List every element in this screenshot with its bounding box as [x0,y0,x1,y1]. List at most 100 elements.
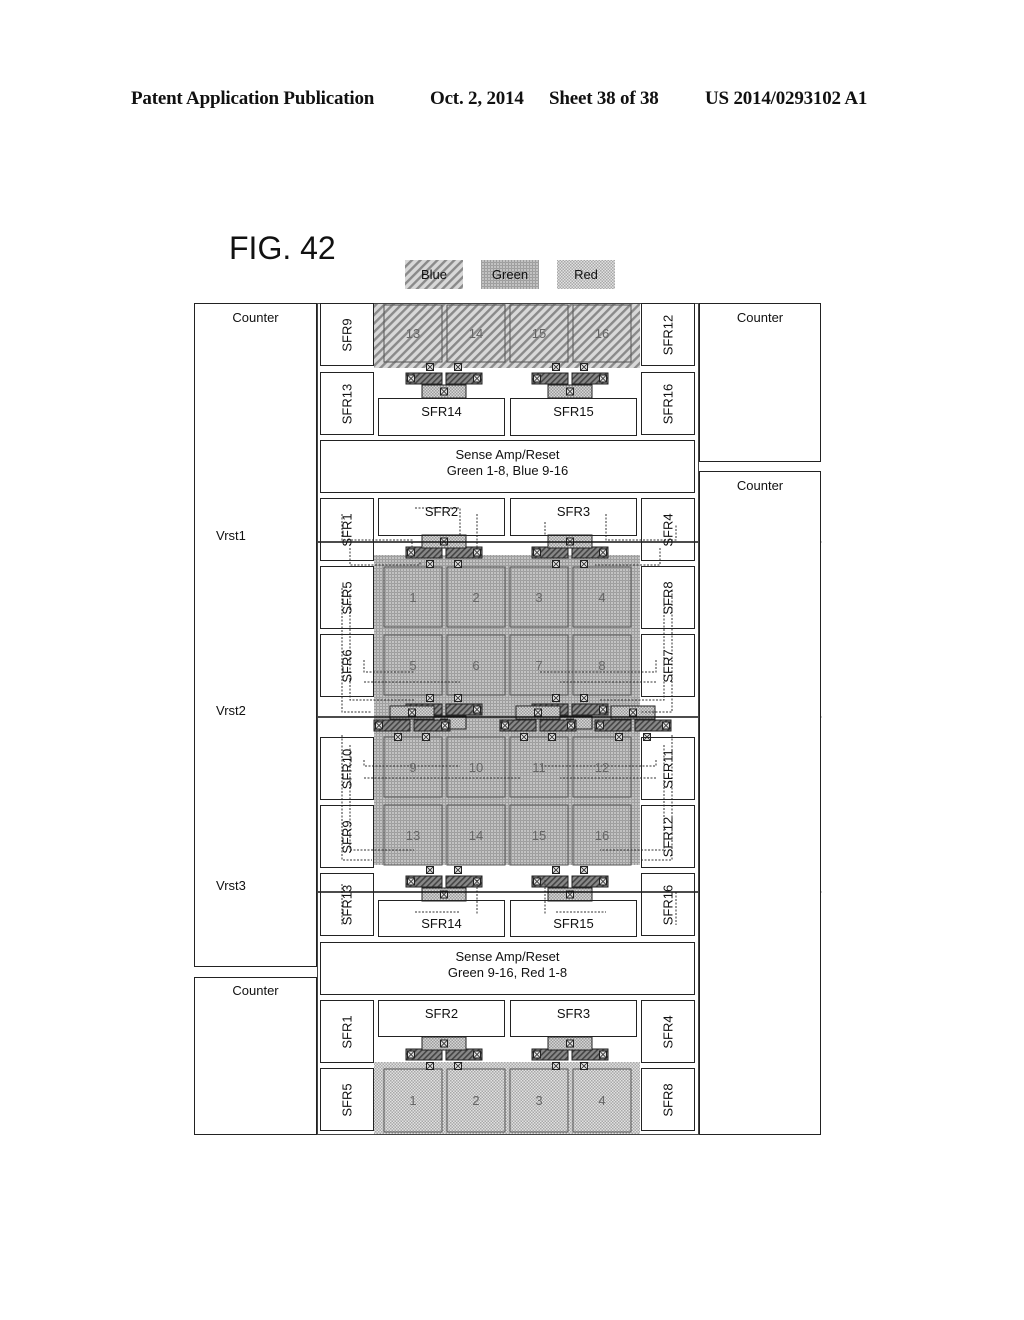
sfr-top-right-2: SFR16 [641,372,695,435]
sfr-bot-top-2: SFR3 [510,1000,637,1037]
legend-green-label: Green [491,267,529,282]
counter-label: Counter [232,983,279,998]
pixel-number: 4 [598,1093,606,1108]
sfr-label: SFR8 [660,1082,676,1117]
pixel-number: 11 [532,759,546,775]
sfr-label: SFR14 [421,916,462,931]
sfr-label: SFR5 [339,580,355,615]
sense-amp-line1: Sense Amp/Reset [455,949,560,964]
sfr-bot-right-1: SFR4 [641,1000,695,1063]
sfr-mid-bottom-1: SFR14 [378,900,505,937]
sfr-mid-left-6: SFR13 [320,873,374,936]
sfr-bot-right-2: SFR8 [641,1068,695,1131]
sense-amp-line2: Green 1-8, Blue 9-16 [446,463,569,478]
legend-red: Red [557,260,615,289]
sfr-mid-right-3: SFR7 [641,634,695,697]
sfr-mid-right-6: SFR16 [641,873,695,936]
sfr-mid-left-5: SFR9 [320,805,374,868]
pixel-number: 5 [409,657,417,673]
sfr-label: SFR5 [339,1082,355,1117]
vrst1-label: Vrst1 [216,528,246,543]
counter-label: Counter [232,310,279,325]
sfr-mid-top-1: SFR2 [378,498,505,536]
sfr-label: SFR13 [339,884,355,925]
sfr-label: SFR15 [553,916,594,931]
pixel-number: 2 [472,589,480,605]
sfr-mid-right-2: SFR8 [641,566,695,629]
sfr-mid-left-3: SFR6 [320,634,374,697]
counter-label: Counter [736,478,784,493]
sense-amp-line1: Sense Amp/Reset [455,447,560,462]
sfr-mid-right-4: SFR11 [641,737,695,800]
pixel-number: 2 [472,1093,480,1108]
pixel-number: 15 [531,326,547,341]
sfr-label: SFR3 [556,504,591,519]
sfr-label: SFR9 [339,819,355,854]
sfr-top-right-1: SFR12 [641,303,695,366]
sfr-label: SFR1 [339,512,355,547]
sfr-label: SFR1 [339,1014,355,1049]
legend-blue: Blue [405,260,463,289]
pixel-number: 14 [468,326,484,341]
pixel-number: 9 [409,759,417,775]
pixel-number: 16 [594,827,610,843]
sfr-label: SFR4 [660,512,676,547]
sfr-label: SFR9 [339,317,355,352]
sfr-label: SFR8 [660,580,676,615]
sfr-label: SFR12 [660,314,676,355]
pixel-number: 7 [535,657,543,673]
sfr-mid-left-4: SFR10 [320,737,374,800]
pixel-number: 13 [405,326,421,341]
sense-amp-reset-1: Sense Amp/Reset Green 1-8, Blue 9-16 [320,440,695,493]
pixel-number: 13 [405,827,421,843]
pixel-number: 8 [598,657,606,673]
pixel-number: 1 [409,589,417,605]
sfr-label: SFR2 [424,504,459,519]
sfr-label: SFR13 [339,383,355,424]
sfr-mid-left-1: SFR1 [320,498,374,561]
counter-bottom-right: Counter [699,471,821,1135]
sfr-top-bottom-1: SFR14 [378,398,505,436]
counter-label: Counter [736,310,784,325]
sfr-mid-right-1: SFR4 [641,498,695,561]
sfr-label: SFR14 [421,404,462,419]
pixel-number: 14 [468,827,484,843]
sfr-label: SFR4 [660,1014,676,1049]
pixel-number: 12 [594,759,610,775]
pixel-number: 15 [531,827,547,843]
sfr-label: SFR16 [660,884,676,925]
counter-top-right: Counter [699,303,821,462]
sfr-label: SFR10 [339,748,355,789]
pixel-number: 4 [598,589,606,605]
pixel-number: 16 [594,326,610,341]
sfr-mid-right-5: SFR12 [641,805,695,868]
sense-amp-line2: Green 9-16, Red 1-8 [447,965,568,980]
legend-green: Green [481,260,539,289]
sfr-bot-left-2: SFR5 [320,1068,374,1131]
sfr-top-left-1: SFR9 [320,303,374,366]
sfr-top-left-2: SFR13 [320,372,374,435]
sense-amp-reset-2: Sense Amp/Reset Green 9-16, Red 1-8 [320,942,695,995]
sfr-label: SFR6 [339,648,355,683]
counter-top-left: Counter [194,303,317,967]
pixel-number: 6 [472,657,480,673]
vrst2-label: Vrst2 [216,703,246,718]
sfr-label: SFR11 [660,748,676,789]
sfr-label: SFR15 [553,404,594,419]
pixel-number: 1 [409,1093,417,1108]
legend-red-label: Red [574,267,598,282]
sfr-top-bottom-2: SFR15 [510,398,637,436]
sfr-label: SFR12 [660,816,676,857]
sfr-label: SFR2 [424,1006,459,1021]
sfr-label: SFR16 [660,383,676,424]
sfr-bot-left-1: SFR1 [320,1000,374,1063]
pixel-number: 10 [468,759,484,775]
sfr-label: SFR3 [556,1006,591,1021]
sfr-mid-top-2: SFR3 [510,498,637,536]
legend-blue-label: Blue [420,267,448,282]
sfr-bot-top-1: SFR2 [378,1000,505,1037]
pixel-number: 3 [535,589,543,605]
sfr-label: SFR7 [660,648,676,683]
sfr-mid-left-2: SFR5 [320,566,374,629]
vrst3-label: Vrst3 [216,878,246,893]
